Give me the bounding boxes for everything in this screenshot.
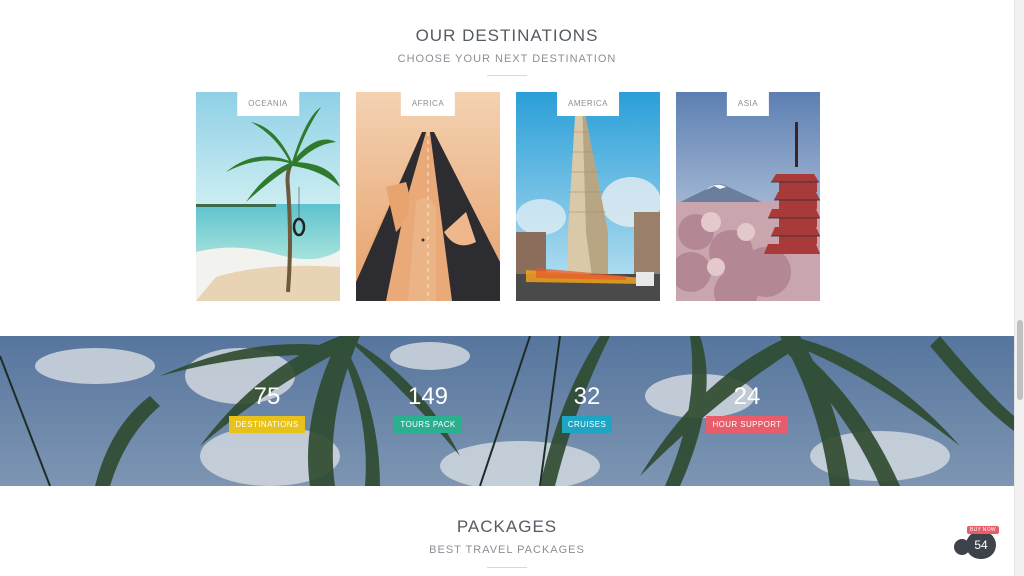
stat-tours-pack-label: TOURS PACK (394, 416, 462, 433)
destination-label-africa: AFRICA (400, 92, 456, 116)
stats-banner: 75 DESTINATIONS 149 TOURS PACK 32 CRUISE… (0, 336, 1014, 486)
destination-label-oceania: OCEANIA (237, 92, 299, 116)
stat-destinations-label: DESTINATIONS (229, 416, 305, 433)
destination-label-asia: ASIA (726, 92, 770, 116)
palm-trees-background (0, 336, 1014, 486)
packages-subtitle: BEST TRAVEL PACKAGES (429, 544, 585, 556)
page-scrollbar[interactable] (1014, 0, 1024, 576)
scrollbar-thumb[interactable] (1017, 320, 1023, 400)
buy-now-widget[interactable]: 54 BUY NOW (954, 526, 1002, 560)
packages-divider (487, 567, 527, 568)
stat-cruises-label: CRUISES (561, 416, 613, 433)
stat-destinations-value: 75 (253, 383, 281, 410)
asia-image (676, 92, 820, 301)
destination-label-america: AMERICA (557, 92, 619, 116)
stat-tours-pack: 149 TOURS PACK (388, 384, 468, 433)
stat-cruises-value: 32 (573, 383, 601, 410)
destinations-title: OUR DESTINATIONS (415, 26, 599, 45)
america-image (516, 92, 660, 301)
destination-card-africa[interactable]: AFRICA (356, 92, 500, 301)
buy-now-badge[interactable]: BUY NOW (967, 526, 999, 534)
oceania-image (196, 92, 340, 301)
destination-card-oceania[interactable]: OCEANIA (196, 92, 340, 301)
packages-title: PACKAGES (456, 517, 558, 536)
destinations-subtitle: CHOOSE YOUR NEXT DESTINATION (397, 53, 617, 65)
stat-hour-support-value: 24 (733, 383, 761, 410)
stat-destinations: 75 DESTINATIONS (227, 384, 307, 433)
destination-card-america[interactable]: AMERICA (516, 92, 660, 301)
page: OUR DESTINATIONS CHOOSE YOUR NEXT DESTIN… (0, 0, 1014, 576)
stat-hour-support-label: HOUR SUPPORT (706, 416, 788, 433)
destinations-divider (487, 75, 527, 76)
stat-cruises: 32 CRUISES (547, 384, 627, 433)
stat-hour-support: 24 HOUR SUPPORT (697, 384, 797, 433)
destination-card-asia[interactable]: ASIA (676, 92, 820, 301)
stat-tours-pack-value: 149 (407, 383, 449, 410)
sales-count[interactable]: 54 (966, 531, 996, 559)
africa-image (356, 92, 500, 301)
